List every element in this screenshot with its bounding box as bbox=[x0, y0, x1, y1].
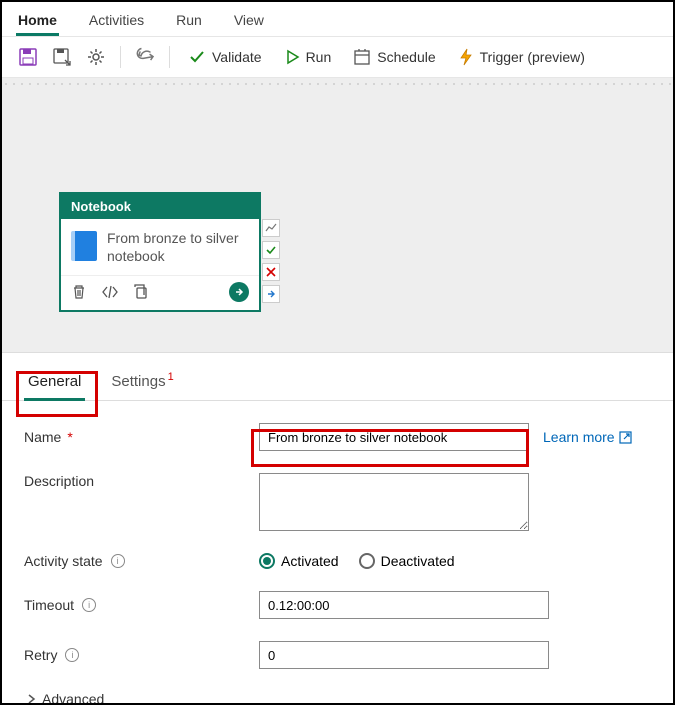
timeout-label: Timeout i bbox=[24, 597, 259, 613]
menu-tab-run[interactable]: Run bbox=[174, 6, 204, 36]
properties-form: Name* Learn more Description Activity st… bbox=[2, 401, 673, 705]
name-input[interactable] bbox=[259, 423, 529, 451]
required-icon: * bbox=[67, 429, 72, 445]
pipeline-canvas[interactable]: Notebook From bronze to silver notebook bbox=[2, 78, 673, 353]
calendar-icon bbox=[353, 48, 371, 66]
tab-settings-label: Settings bbox=[111, 373, 165, 390]
external-link-icon bbox=[619, 431, 632, 444]
canvas-grip bbox=[2, 78, 673, 86]
description-input[interactable] bbox=[259, 473, 529, 531]
top-menu: Home Activities Run View bbox=[2, 2, 673, 37]
activity-card[interactable]: Notebook From bronze to silver notebook bbox=[60, 193, 260, 311]
activity-handles bbox=[262, 219, 280, 303]
timeout-input[interactable] bbox=[259, 591, 549, 619]
check-icon bbox=[188, 48, 206, 66]
description-label: Description bbox=[24, 473, 259, 489]
schedule-label: Schedule bbox=[377, 49, 435, 65]
retry-input[interactable] bbox=[259, 641, 549, 669]
toolbar: Validate Run Schedule Trigger (preview) bbox=[2, 37, 673, 78]
code-icon[interactable] bbox=[101, 285, 119, 299]
info-icon[interactable]: i bbox=[111, 554, 125, 568]
tab-general[interactable]: General bbox=[24, 367, 85, 400]
property-tabs: General Settings1 bbox=[2, 353, 673, 401]
settings-button[interactable] bbox=[82, 43, 110, 71]
delete-icon[interactable] bbox=[71, 284, 87, 300]
run-activity-icon[interactable] bbox=[229, 282, 249, 302]
handle-skip-icon[interactable] bbox=[262, 285, 280, 303]
validate-label: Validate bbox=[212, 49, 262, 65]
learn-more-link[interactable]: Learn more bbox=[543, 429, 632, 445]
activity-title: From bronze to silver notebook bbox=[107, 229, 249, 265]
trigger-label: Trigger (preview) bbox=[480, 49, 585, 65]
radio-activated[interactable]: Activated bbox=[259, 553, 339, 569]
notebook-icon bbox=[71, 231, 97, 261]
menu-tab-home[interactable]: Home bbox=[16, 6, 59, 36]
lightning-icon bbox=[458, 48, 474, 66]
settings-badge: 1 bbox=[168, 371, 174, 383]
trigger-button[interactable]: Trigger (preview) bbox=[450, 44, 593, 70]
save-as-button[interactable] bbox=[48, 43, 76, 71]
handle-fail-icon[interactable] bbox=[262, 263, 280, 281]
name-label: Name* bbox=[24, 429, 259, 445]
chevron-right-icon bbox=[26, 693, 36, 705]
menu-tab-view[interactable]: View bbox=[232, 6, 266, 36]
run-label: Run bbox=[306, 49, 332, 65]
toolbar-divider bbox=[169, 46, 170, 68]
tab-settings[interactable]: Settings1 bbox=[107, 367, 175, 400]
validate-button[interactable]: Validate bbox=[180, 44, 270, 70]
retry-label: Retry i bbox=[24, 647, 259, 663]
schedule-button[interactable]: Schedule bbox=[345, 44, 443, 70]
activity-type-label: Notebook bbox=[61, 194, 259, 219]
copy-icon[interactable] bbox=[133, 284, 149, 300]
info-icon[interactable]: i bbox=[82, 598, 96, 612]
toolbar-divider bbox=[120, 46, 121, 68]
radio-icon bbox=[259, 553, 275, 569]
undo-button[interactable] bbox=[131, 43, 159, 71]
activity-state-label: Activity state i bbox=[24, 553, 259, 569]
save-button[interactable] bbox=[14, 43, 42, 71]
play-icon bbox=[284, 49, 300, 65]
handle-chart-icon[interactable] bbox=[262, 219, 280, 237]
handle-success-icon[interactable] bbox=[262, 241, 280, 259]
advanced-toggle[interactable]: Advanced bbox=[24, 691, 651, 705]
run-button[interactable]: Run bbox=[276, 45, 340, 69]
radio-icon bbox=[359, 553, 375, 569]
radio-deactivated[interactable]: Deactivated bbox=[359, 553, 455, 569]
menu-tab-activities[interactable]: Activities bbox=[87, 6, 146, 36]
info-icon[interactable]: i bbox=[65, 648, 79, 662]
